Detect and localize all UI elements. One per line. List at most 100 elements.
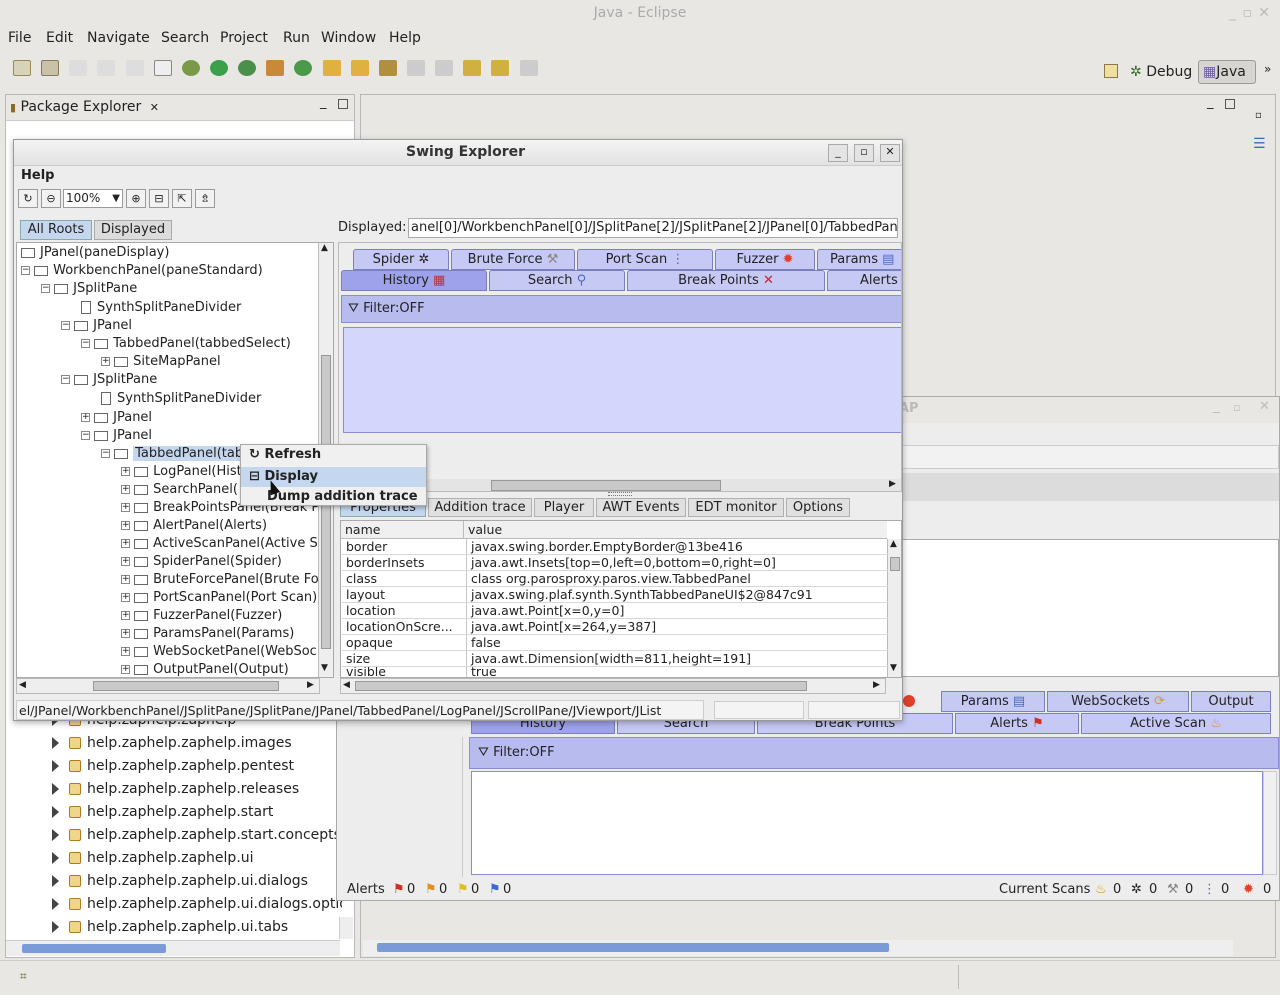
package-item[interactable]: help.zaphelp.zaphelp.releases [52, 778, 299, 800]
expand-icon[interactable]: + [121, 485, 130, 494]
expand-icon[interactable]: + [121, 593, 130, 602]
collapse-icon[interactable]: − [101, 449, 110, 458]
maximize-view-icon[interactable] [338, 99, 348, 109]
new-package-icon[interactable] [41, 60, 60, 76]
refresh-button[interactable]: ↻ [18, 189, 38, 208]
save-all-icon[interactable] [97, 60, 116, 76]
zap-tab-params[interactable]: Params ▤ [941, 691, 1045, 712]
tab-all-roots[interactable]: All Roots [20, 220, 92, 240]
collapse-icon[interactable]: − [41, 284, 50, 293]
scroll-right-icon[interactable]: ▶ [307, 680, 314, 690]
table-row[interactable]: size java.awt.Dimension[width=811,height=… [342, 651, 888, 667]
table-row[interactable]: border javax.swing.border.EmptyBorder@13b… [342, 539, 888, 555]
tree-node[interactable]: + AlertPanel(Alerts) [121, 517, 267, 535]
splitter-handle[interactable] [608, 492, 632, 496]
maximize-editor-icon[interactable] [1225, 99, 1235, 109]
new-class-icon[interactable] [294, 60, 313, 76]
properties-vscroll[interactable]: ▲ ▼ [887, 539, 901, 677]
minimize-view-icon[interactable]: _ [320, 95, 327, 110]
expand-icon[interactable]: + [121, 629, 130, 638]
scrollbar-thumb[interactable] [22, 944, 166, 953]
zap-list-scrollbar[interactable] [1263, 771, 1277, 875]
restore-icon[interactable]: ▫ [1255, 110, 1262, 121]
package-item[interactable]: help.zaphelp.zaphelp.start [52, 801, 273, 823]
expand-icon[interactable] [52, 783, 59, 795]
tree-node[interactable]: − JPanel [61, 317, 132, 335]
expand-icon[interactable]: + [121, 467, 130, 476]
maximize-icon[interactable]: ▫ [1243, 0, 1253, 26]
properties-hscroll[interactable]: ◀ ▶ [340, 678, 886, 694]
expand-icon[interactable]: + [101, 357, 110, 366]
preview-tab-alerts[interactable]: Alerts [827, 270, 901, 291]
tree-node[interactable]: + LogPanel(Hist [121, 463, 242, 481]
swing-menu-help[interactable]: Help [21, 168, 54, 183]
zap-filter-label[interactable]: Filter:OFF [493, 745, 555, 760]
filter-icon[interactable]: ⛛ [348, 301, 359, 316]
expand-icon[interactable] [52, 760, 59, 772]
outline-icon[interactable]: ☰ [1253, 136, 1266, 152]
menu-search[interactable]: Search [161, 26, 209, 50]
package-item[interactable]: help.zaphelp.zaphelp.ui.dialogs [52, 870, 308, 892]
expand-icon[interactable]: + [121, 647, 130, 656]
chevron-down-icon[interactable]: ▼ [112, 190, 120, 207]
close-view-icon[interactable]: ✕ [150, 101, 159, 114]
fast-view-icon[interactable]: ⌗ [20, 969, 27, 984]
bottom-tab-player[interactable]: Player [534, 498, 594, 517]
export-button[interactable]: ⇱ [172, 189, 192, 208]
vertical-scrollbar[interactable] [339, 917, 353, 939]
tree-node[interactable]: + SpiderPanel(Spider) [121, 553, 282, 571]
tree-node[interactable]: + SearchPanel( [121, 481, 238, 499]
table-row[interactable]: layout javax.swing.plaf.synth.SynthTabbed… [342, 587, 888, 603]
terminal-icon[interactable] [153, 60, 172, 76]
expand-icon[interactable]: + [121, 521, 130, 530]
package-item[interactable]: help.zaphelp.zaphelp.images [52, 732, 292, 754]
table-row[interactable]: class class org.parosproxy.paros.view.Tab… [342, 571, 888, 587]
minimize-icon[interactable]: _ [1229, 0, 1236, 26]
tree-node[interactable]: + ActiveScanPanel(Active Sc [121, 535, 325, 553]
scrollbar-thumb[interactable] [93, 681, 279, 691]
expand-icon[interactable]: + [121, 557, 130, 566]
preview-tab-portscan[interactable]: Port Scan ⋮ [577, 249, 713, 270]
tree-node[interactable]: + ParamsPanel(Params) [121, 625, 294, 643]
display-button[interactable]: ⊟ [149, 189, 169, 208]
expand-icon[interactable] [52, 737, 59, 749]
java-perspective[interactable]: ▦Java [1198, 60, 1256, 84]
scroll-right-icon[interactable]: ▶ [873, 680, 880, 690]
tree-hscroll[interactable]: ◀ ▶ [16, 678, 320, 694]
expand-icon[interactable]: + [121, 503, 130, 512]
tree-node[interactable]: + FuzzerPanel(Fuzzer) [121, 607, 282, 625]
tree-node[interactable]: − TabbedPanel(tabbedSelect) [81, 335, 291, 353]
export-all-button[interactable]: ⇯ [195, 189, 215, 208]
tree-node[interactable]: + JPanel [81, 409, 152, 427]
prev-annotation-icon[interactable] [435, 60, 454, 76]
back-icon[interactable] [491, 60, 510, 76]
expand-icon[interactable] [52, 852, 59, 864]
run-icon[interactable] [209, 60, 228, 76]
scroll-down-icon[interactable]: ▼ [321, 663, 328, 673]
col-name[interactable]: name [345, 521, 380, 539]
zap-minimize-icon[interactable]: _ [1213, 399, 1220, 414]
menu-window[interactable]: Window [321, 26, 376, 50]
filter-icon[interactable]: ⛛ [478, 745, 489, 760]
tree-node[interactable]: − WorkbenchPanel(paneStandard) [21, 262, 263, 280]
zap-close-icon[interactable]: ✕ [1259, 399, 1270, 414]
swing-minimize-button[interactable]: _ [828, 144, 848, 162]
zoom-out-button[interactable]: ⊖ [41, 189, 61, 208]
bottom-tab-edt-monitor[interactable]: EDT monitor [688, 498, 784, 517]
bottom-tab-options[interactable]: Options [786, 498, 850, 517]
new-java-package-icon[interactable] [266, 60, 285, 76]
scroll-up-icon[interactable]: ▲ [321, 243, 328, 253]
package-item[interactable]: help.zaphelp.zaphelp.ui [52, 847, 254, 869]
horizontal-scrollbar[interactable] [6, 940, 340, 956]
expand-icon[interactable] [52, 898, 59, 910]
table-row[interactable]: borderInsets java.awt.Insets[top=0,left=0… [342, 555, 888, 571]
table-row[interactable]: location java.awt.Point[x=0,y=0] [342, 603, 888, 619]
print-icon[interactable] [125, 60, 144, 76]
swing-close-button[interactable]: ✕ [880, 144, 900, 162]
collapse-icon[interactable]: − [81, 339, 90, 348]
tree-node[interactable]: SynthSplitPaneDivider [81, 299, 241, 317]
collapse-icon[interactable]: − [81, 431, 90, 440]
tree-node[interactable]: + PortScanPanel(Port Scan) [121, 589, 317, 607]
debug-perspective[interactable]: ✲ Debug [1130, 62, 1192, 82]
expand-icon[interactable]: + [121, 665, 130, 674]
